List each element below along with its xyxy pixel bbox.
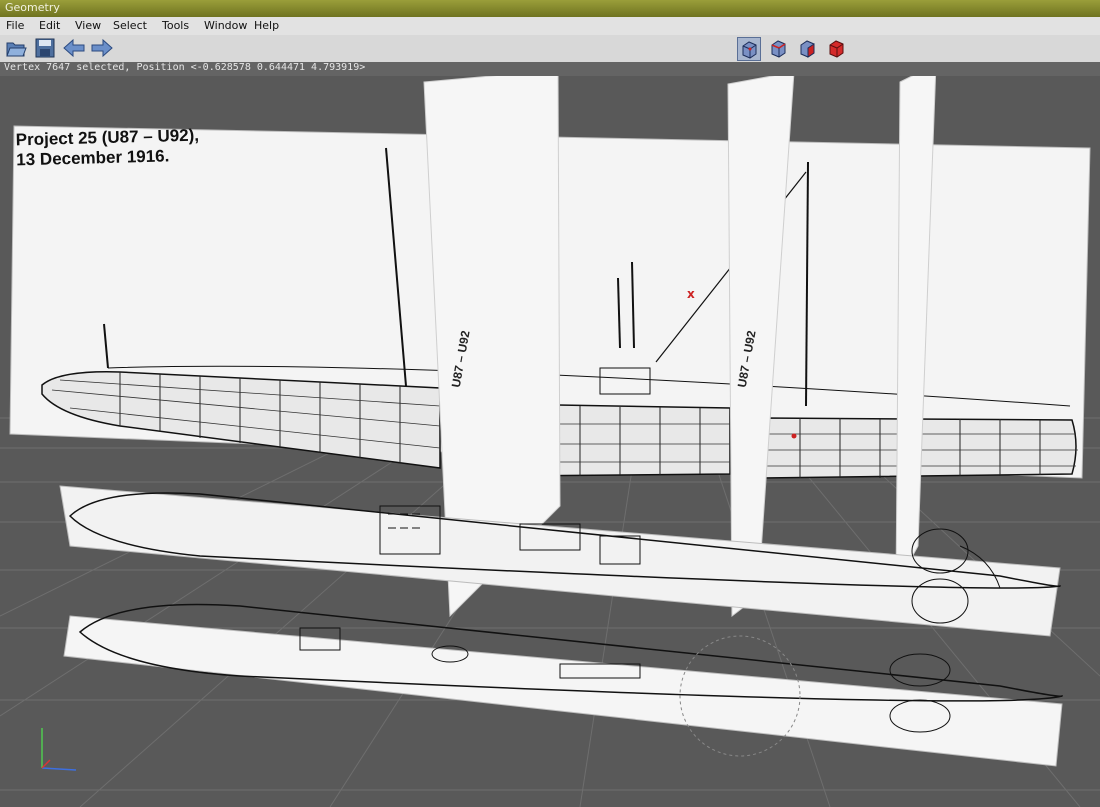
- forward-arrow-icon[interactable]: [90, 37, 113, 59]
- face-mode-icon[interactable]: [796, 37, 818, 59]
- save-disk-icon[interactable]: [34, 37, 56, 59]
- status-text: Vertex 7647 selected, Position <-0.62857…: [4, 62, 366, 73]
- menu-edit[interactable]: Edit: [39, 19, 60, 32]
- selection-marker: x: [687, 287, 695, 301]
- origin-axes-icon: [41, 728, 77, 771]
- menu-tools[interactable]: Tools: [162, 19, 189, 32]
- toolbar: [0, 35, 1100, 63]
- vertex-mode-icon[interactable]: [737, 37, 761, 61]
- menu-help[interactable]: Help: [254, 19, 279, 32]
- menu-file[interactable]: File: [6, 19, 24, 32]
- open-folder-icon[interactable]: [5, 37, 27, 59]
- object-mode-icon[interactable]: [825, 37, 847, 59]
- plan-blueprint-panel: [63, 603, 1063, 767]
- edge-mode-icon[interactable]: [767, 37, 789, 59]
- selected-vertex-marker: [791, 433, 797, 439]
- blueprint-title: Project 25 (U87 – U92), 13 December 1916…: [16, 126, 200, 171]
- title-bar: Geometry: [0, 0, 1100, 18]
- status-bar: Vertex 7647 selected, Position <-0.62857…: [0, 62, 1100, 76]
- menu-window[interactable]: Window: [204, 19, 247, 32]
- menu-bar: File Edit View Select Tools Window Help: [0, 17, 1100, 36]
- menu-select[interactable]: Select: [113, 19, 147, 32]
- viewport-scene: [0, 76, 1100, 807]
- 3d-viewport[interactable]: Y x Project 25 (U87 – U92), 13 December …: [0, 76, 1100, 807]
- menu-view[interactable]: View: [75, 19, 101, 32]
- window-title: Geometry: [5, 1, 60, 14]
- back-arrow-icon[interactable]: [62, 37, 85, 59]
